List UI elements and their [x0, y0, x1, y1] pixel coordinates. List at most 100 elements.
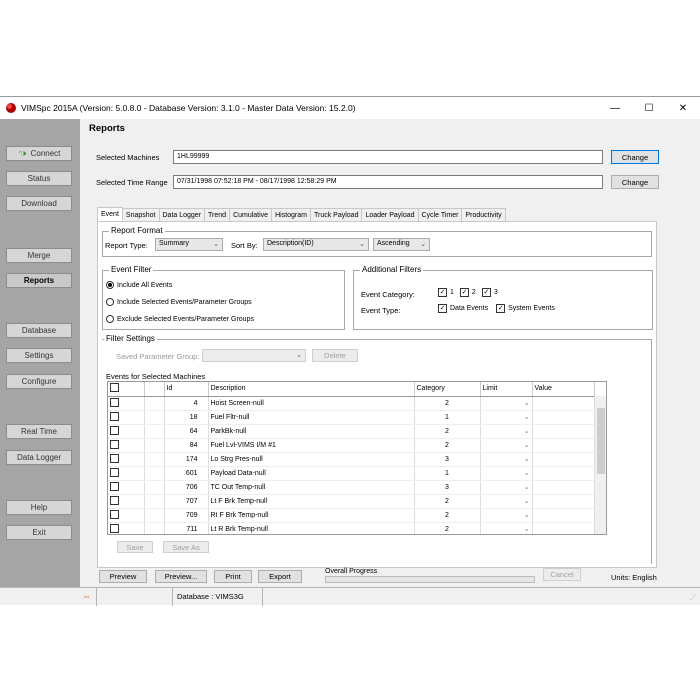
- tab-snapshot[interactable]: Snapshot: [121, 208, 160, 221]
- row-value[interactable]: [532, 396, 595, 411]
- radio-include-selected[interactable]: Include Selected Events/Parameter Groups: [106, 298, 252, 306]
- row-value[interactable]: [532, 438, 595, 453]
- sidebar-item-database[interactable]: Database: [6, 323, 72, 338]
- row-limit-select[interactable]: ⌄: [480, 522, 533, 534]
- row-select-cell[interactable]: [108, 396, 145, 411]
- row-checkbox[interactable]: [110, 397, 119, 407]
- row-limit-select[interactable]: ⌄: [480, 452, 533, 467]
- row-limit-select[interactable]: ⌄: [480, 508, 533, 523]
- row-value[interactable]: [532, 424, 595, 439]
- row-select-cell[interactable]: [108, 522, 145, 534]
- row-value[interactable]: [532, 452, 595, 467]
- saved-parameter-group-select[interactable]: ⌄: [202, 349, 306, 362]
- tab-productivity[interactable]: Productivity: [461, 208, 506, 221]
- row-checkbox[interactable]: [110, 481, 119, 491]
- sidebar-item-reports[interactable]: Reports: [6, 273, 72, 288]
- row-select-cell[interactable]: [108, 508, 145, 523]
- tab-truck-payload[interactable]: Truck Payload: [309, 208, 363, 221]
- row-select-cell[interactable]: [108, 480, 145, 495]
- row-limit-select[interactable]: ⌄: [480, 494, 533, 509]
- sidebar-item-download[interactable]: Download: [6, 196, 72, 211]
- data-events-checkbox[interactable]: ✓ Data Events: [438, 304, 488, 313]
- sort-by-select[interactable]: Description(ID) ⌄: [263, 238, 369, 251]
- row-limit-select[interactable]: ⌄: [480, 466, 533, 481]
- preview-button[interactable]: Preview: [99, 570, 147, 583]
- tab-event[interactable]: Event: [97, 207, 123, 221]
- category-1-checkbox[interactable]: ✓ 1: [438, 288, 454, 297]
- sidebar-item-connect[interactable]: Connect: [6, 146, 72, 161]
- tab-data-logger[interactable]: Data Logger: [158, 208, 206, 221]
- row-limit-select[interactable]: ⌄: [480, 410, 533, 425]
- table-row[interactable]: 64 ParkBk-null 2 ⌄: [108, 424, 595, 439]
- change-machines-button[interactable]: Change: [611, 150, 659, 164]
- row-checkbox[interactable]: [110, 495, 119, 505]
- sidebar-item-settings[interactable]: Settings: [6, 348, 72, 363]
- tab-cumulative[interactable]: Cumulative: [229, 208, 273, 221]
- column-header-value[interactable]: Value: [532, 382, 595, 397]
- selected-time-range-field[interactable]: 07/31/1998 07:52:18 PM - 08/17/1998 12:5…: [173, 175, 603, 189]
- preview-dialog-button[interactable]: Preview...: [155, 570, 207, 583]
- radio-exclude-selected[interactable]: Exclude Selected Events/Parameter Groups: [106, 315, 254, 323]
- sidebar-item-real-time[interactable]: Real Time: [6, 424, 72, 439]
- sidebar-item-data-logger[interactable]: Data Logger: [6, 450, 72, 465]
- print-button[interactable]: Print: [214, 570, 252, 583]
- sidebar-item-help[interactable]: Help: [6, 500, 72, 515]
- column-header-category[interactable]: Category: [414, 382, 481, 397]
- row-select-cell[interactable]: [108, 424, 145, 439]
- tab-cycle-timer[interactable]: Cycle Timer: [417, 208, 463, 221]
- category-2-checkbox[interactable]: ✓ 2: [459, 288, 476, 297]
- row-value[interactable]: [532, 522, 595, 534]
- select-all-checkbox[interactable]: [110, 383, 119, 393]
- row-checkbox[interactable]: [110, 467, 119, 477]
- row-checkbox[interactable]: [110, 439, 119, 449]
- maximize-button[interactable]: ☐: [632, 97, 666, 119]
- row-value[interactable]: [532, 410, 595, 425]
- row-limit-select[interactable]: ⌄: [480, 424, 533, 439]
- sidebar-item-exit[interactable]: Exit: [6, 525, 72, 540]
- save-as-button[interactable]: Save As: [163, 541, 209, 553]
- row-checkbox[interactable]: [110, 523, 119, 533]
- resize-grip-icon[interactable]: ⋰: [690, 594, 696, 601]
- column-header-id[interactable]: Id: [164, 382, 209, 397]
- select-all-header[interactable]: [108, 382, 145, 397]
- table-row[interactable]: 18 Fuel Fltr-null 1 ⌄: [108, 410, 595, 425]
- row-checkbox[interactable]: [110, 411, 119, 421]
- save-button[interactable]: Save: [117, 541, 153, 553]
- row-select-cell[interactable]: [108, 452, 145, 467]
- row-checkbox[interactable]: [110, 453, 119, 463]
- minimize-button[interactable]: —: [598, 97, 632, 119]
- table-row[interactable]: 711 Lt R Brk Temp-null 2 ⌄: [108, 522, 595, 534]
- column-header-description[interactable]: Description: [208, 382, 415, 397]
- delete-button[interactable]: Delete: [312, 349, 358, 362]
- table-row[interactable]: 84 Fuel Lvl-VIMS I/M #1 2 ⌄: [108, 438, 595, 453]
- close-button[interactable]: ✕: [666, 97, 700, 119]
- table-row[interactable]: 706 TC Out Temp-null 3 ⌄: [108, 480, 595, 495]
- table-row[interactable]: 707 Lt F Brk Temp-null 2 ⌄: [108, 494, 595, 509]
- row-value[interactable]: [532, 494, 595, 509]
- row-select-cell[interactable]: [108, 466, 145, 481]
- system-events-checkbox[interactable]: ✓ System Events: [496, 304, 555, 313]
- export-button[interactable]: Export: [258, 570, 302, 583]
- table-row[interactable]: 174 Lo Strg Pres-null 3 ⌄: [108, 452, 595, 467]
- sidebar-item-configure[interactable]: Configure: [6, 374, 72, 389]
- row-checkbox[interactable]: [110, 509, 119, 519]
- table-row[interactable]: 4 Hoist Screen-null 2 ⌄: [108, 396, 595, 411]
- category-3-checkbox[interactable]: ✓ 3: [481, 288, 498, 297]
- row-value[interactable]: [532, 466, 595, 481]
- row-value[interactable]: [532, 508, 595, 523]
- tab-histogram[interactable]: Histogram: [271, 208, 311, 221]
- row-limit-select[interactable]: ⌄: [480, 438, 533, 453]
- row-select-cell[interactable]: [108, 410, 145, 425]
- row-select-cell[interactable]: [108, 494, 145, 509]
- column-header-limit[interactable]: Limit: [480, 382, 533, 397]
- selected-machines-field[interactable]: 1HL99999: [173, 150, 603, 164]
- table-row[interactable]: 709 Rt F Brk Temp-null 2 ⌄: [108, 508, 595, 523]
- row-limit-select[interactable]: ⌄: [480, 396, 533, 411]
- row-limit-select[interactable]: ⌄: [480, 480, 533, 495]
- row-checkbox[interactable]: [110, 425, 119, 435]
- sort-order-select[interactable]: Ascending ⌄: [373, 238, 430, 251]
- report-type-select[interactable]: Summary ⌄: [155, 238, 223, 251]
- row-select-cell[interactable]: [108, 438, 145, 453]
- sidebar-item-status[interactable]: Status: [6, 171, 72, 186]
- tab-loader-payload[interactable]: Loader Payload: [361, 208, 419, 221]
